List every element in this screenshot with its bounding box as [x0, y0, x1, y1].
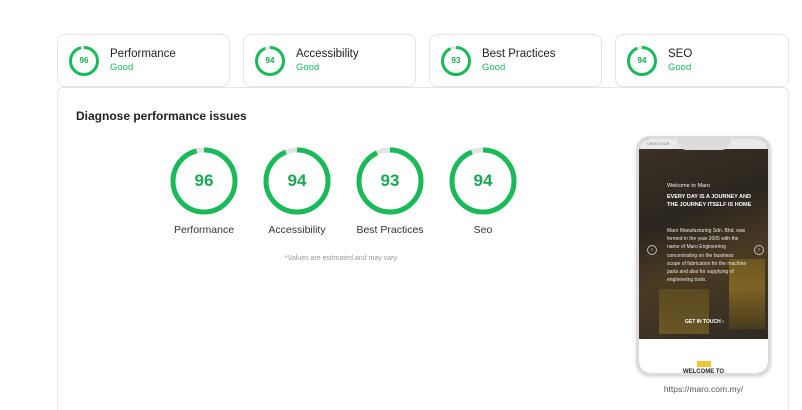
gauge-label: Accessibility	[268, 224, 326, 236]
preview-topbar-text: VIEW TOUR	[647, 141, 670, 146]
preview-headline: EVERY DAY IS A JOURNEY AND THE JOURNEY I…	[667, 194, 752, 208]
card-title: Performance	[110, 48, 176, 60]
hero-machinery-shape	[659, 289, 709, 334]
gauge-value: 94	[287, 171, 307, 190]
summary-card-performance[interactable]: 96 Performance Good	[57, 34, 230, 87]
card-title: Accessibility	[296, 48, 359, 60]
gauge-value: 93	[380, 171, 400, 190]
gauge-ring: 94	[262, 146, 332, 216]
gauge-ring: 93	[355, 146, 425, 216]
score-value: 94	[265, 55, 275, 65]
score-ring: 94	[254, 45, 286, 77]
preview-body: Maro Manufacturing Sdn. Bhd. was formed …	[667, 228, 747, 284]
card-status: Good	[296, 62, 320, 73]
panel-title: Diagnose performance issues	[76, 109, 247, 123]
gauge-value: 96	[194, 171, 214, 190]
gauge-ring: 94	[448, 146, 518, 216]
next-arrow-icon: ›	[754, 245, 764, 255]
phone-notch	[677, 139, 731, 150]
preview-lower-section: WELCOME TO	[639, 339, 768, 375]
summary-card-seo[interactable]: 94 SEO Good	[615, 34, 789, 87]
card-status: Good	[668, 62, 692, 73]
gauge-accessibility[interactable]: 94 Accessibility	[250, 146, 344, 236]
summary-card-accessibility[interactable]: 94 Accessibility Good	[243, 34, 416, 87]
score-value: 93	[451, 55, 461, 65]
gauge-label: Best Practices	[356, 224, 424, 236]
score-ring: 93	[440, 45, 472, 77]
score-value: 94	[637, 55, 647, 65]
score-value: 96	[79, 55, 89, 65]
prev-arrow-icon: ‹	[647, 245, 657, 255]
gauge-ring: 96	[169, 146, 239, 216]
preview-welcome: Welcome to Maro	[667, 183, 710, 189]
preview-url[interactable]: https://maro.com.my/	[636, 384, 771, 394]
mobile-preview: VIEW TOUR Welcome to Maro EVERY DAY IS A…	[636, 136, 771, 376]
summary-card-best-practices[interactable]: 93 Best Practices Good	[429, 34, 602, 87]
gauge-best-practices[interactable]: 93 Best Practices	[343, 146, 437, 236]
gauge-label: Performance	[173, 224, 235, 236]
preview-hero-image: Welcome to Maro EVERY DAY IS A JOURNEY A…	[639, 149, 768, 339]
gauge-value: 94	[473, 171, 493, 190]
gauge-label: Seo	[473, 224, 493, 236]
score-ring: 94	[626, 45, 658, 77]
card-title: Best Practices	[482, 48, 556, 60]
card-title: SEO	[668, 48, 693, 60]
estimate-note: *Values are estimated and may vary.	[285, 255, 399, 262]
score-ring: 96	[68, 45, 100, 77]
diagnose-panel: Diagnose performance issues 96 Performan…	[57, 87, 789, 410]
gauge-performance[interactable]: 96 Performance	[157, 146, 251, 236]
preview-logo-mark	[697, 361, 711, 367]
card-status: Good	[110, 62, 134, 73]
card-status: Good	[482, 62, 506, 73]
preview-lower-heading: WELCOME TO	[682, 369, 725, 375]
gauge-seo[interactable]: 94 Seo	[436, 146, 530, 236]
preview-cta-button: GET IN TOUCH ›	[685, 319, 724, 325]
